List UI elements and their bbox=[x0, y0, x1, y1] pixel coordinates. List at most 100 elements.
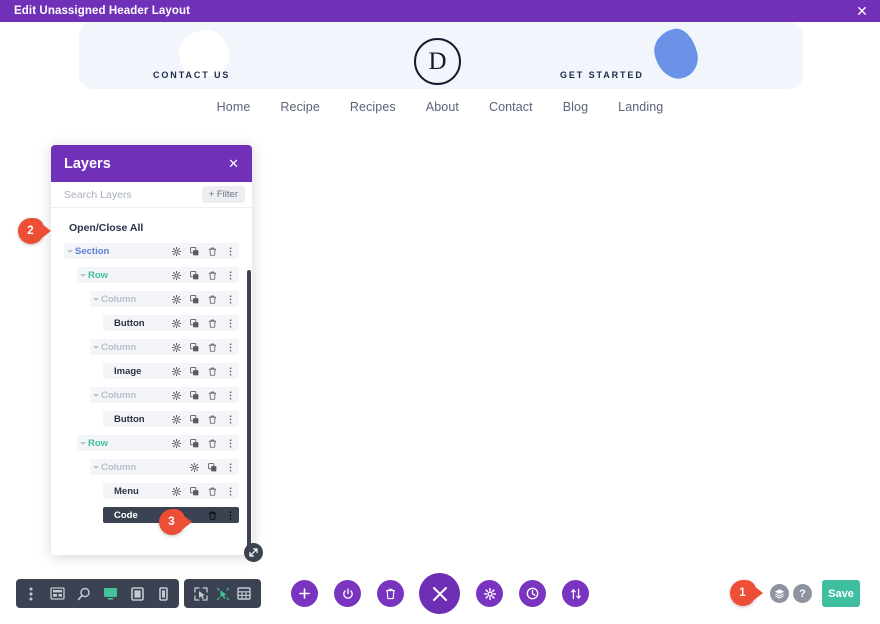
search-input[interactable] bbox=[64, 188, 202, 201]
duplicate-icon[interactable] bbox=[190, 342, 199, 352]
nav-item-about[interactable]: About bbox=[426, 100, 459, 114]
trash-icon[interactable] bbox=[208, 439, 217, 448]
layer-row-menu-10[interactable]: Menu bbox=[103, 483, 239, 499]
duplicate-icon[interactable] bbox=[190, 366, 199, 376]
chevron-down-icon[interactable] bbox=[92, 343, 101, 352]
power-button[interactable] bbox=[334, 580, 361, 607]
wireframe-icon[interactable] bbox=[49, 585, 67, 603]
trash-icon[interactable] bbox=[208, 511, 217, 520]
history-button[interactable] bbox=[519, 580, 546, 607]
layers-scrollbar[interactable] bbox=[247, 270, 251, 555]
chevron-down-icon[interactable] bbox=[92, 391, 101, 400]
more-vertical-icon[interactable] bbox=[226, 414, 235, 424]
gear-icon[interactable] bbox=[172, 366, 181, 376]
save-button[interactable]: Save bbox=[822, 580, 860, 607]
trash-icon[interactable] bbox=[208, 271, 217, 280]
panel-resize-handle[interactable] bbox=[244, 543, 263, 562]
more-vertical-icon[interactable] bbox=[226, 462, 235, 472]
more-vertical-icon[interactable] bbox=[22, 585, 40, 603]
tablet-icon[interactable] bbox=[128, 585, 146, 603]
settings-button[interactable] bbox=[476, 580, 503, 607]
layer-row-section-0[interactable]: Section bbox=[64, 243, 239, 259]
duplicate-icon[interactable] bbox=[190, 486, 199, 496]
more-vertical-icon[interactable] bbox=[226, 486, 235, 496]
chevron-down-icon[interactable] bbox=[66, 247, 75, 256]
layer-row-label: Image bbox=[114, 365, 142, 377]
desktop-icon[interactable] bbox=[102, 585, 120, 603]
trash-icon[interactable] bbox=[208, 367, 217, 376]
gear-icon[interactable] bbox=[172, 246, 181, 256]
duplicate-icon[interactable] bbox=[208, 462, 217, 472]
gear-icon[interactable] bbox=[172, 438, 181, 448]
add-button[interactable] bbox=[291, 580, 318, 607]
trash-icon[interactable] bbox=[208, 319, 217, 328]
duplicate-icon[interactable] bbox=[190, 270, 199, 280]
nav-item-home[interactable]: Home bbox=[217, 100, 251, 114]
more-vertical-icon[interactable] bbox=[226, 294, 235, 304]
chevron-down-icon[interactable] bbox=[79, 271, 88, 280]
open-close-all-toggle[interactable]: Open/Close All bbox=[51, 208, 252, 243]
trash-icon[interactable] bbox=[208, 391, 217, 400]
chevron-down-icon[interactable] bbox=[92, 463, 101, 472]
more-vertical-icon[interactable] bbox=[226, 510, 235, 520]
nav-item-recipes[interactable]: Recipes bbox=[350, 100, 396, 114]
grid-mode-icon[interactable] bbox=[235, 585, 253, 603]
gear-icon[interactable] bbox=[172, 294, 181, 304]
nav-item-blog[interactable]: Blog bbox=[563, 100, 588, 114]
get-started-link[interactable]: GET STARTED bbox=[560, 70, 644, 80]
close-button[interactable] bbox=[419, 573, 460, 614]
more-vertical-icon[interactable] bbox=[226, 438, 235, 448]
duplicate-icon[interactable] bbox=[190, 390, 199, 400]
more-vertical-icon[interactable] bbox=[226, 270, 235, 280]
contact-us-link[interactable]: CONTACT US bbox=[153, 70, 230, 80]
help-button[interactable]: ? bbox=[793, 584, 812, 603]
layer-row-column-9[interactable]: Column bbox=[90, 459, 239, 475]
trash-button[interactable] bbox=[377, 580, 404, 607]
duplicate-icon[interactable] bbox=[190, 246, 199, 256]
close-icon[interactable]: ✕ bbox=[228, 156, 239, 172]
gear-icon[interactable] bbox=[172, 414, 181, 424]
trash-icon[interactable] bbox=[208, 247, 217, 256]
duplicate-icon[interactable] bbox=[190, 318, 199, 328]
duplicate-icon[interactable] bbox=[190, 294, 199, 304]
layer-row-column-4[interactable]: Column bbox=[90, 339, 239, 355]
phone-icon[interactable] bbox=[155, 585, 173, 603]
more-vertical-icon[interactable] bbox=[226, 246, 235, 256]
trash-icon bbox=[386, 588, 395, 599]
sort-button[interactable] bbox=[562, 580, 589, 607]
more-vertical-icon[interactable] bbox=[226, 318, 235, 328]
layer-row-image-5[interactable]: Image bbox=[103, 363, 239, 379]
trash-icon[interactable] bbox=[208, 487, 217, 496]
chevron-down-icon[interactable] bbox=[79, 439, 88, 448]
close-icon[interactable]: ✕ bbox=[854, 3, 870, 19]
click-mode-icon[interactable] bbox=[214, 585, 232, 603]
gear-icon[interactable] bbox=[190, 462, 199, 472]
layer-row-button-7[interactable]: Button bbox=[103, 411, 239, 427]
gear-icon[interactable] bbox=[172, 486, 181, 496]
gear-icon[interactable] bbox=[172, 318, 181, 328]
trash-icon[interactable] bbox=[208, 415, 217, 424]
layer-row-row-1[interactable]: Row bbox=[77, 267, 239, 283]
gear-icon[interactable] bbox=[172, 342, 181, 352]
trash-icon[interactable] bbox=[208, 343, 217, 352]
layer-row-column-6[interactable]: Column bbox=[90, 387, 239, 403]
gear-icon[interactable] bbox=[172, 270, 181, 280]
duplicate-icon[interactable] bbox=[190, 438, 199, 448]
nav-item-recipe[interactable]: Recipe bbox=[280, 100, 320, 114]
duplicate-icon[interactable] bbox=[190, 414, 199, 424]
zoom-icon[interactable] bbox=[75, 585, 93, 603]
more-vertical-icon[interactable] bbox=[226, 366, 235, 376]
nav-item-landing[interactable]: Landing bbox=[618, 100, 663, 114]
layer-row-row-8[interactable]: Row bbox=[77, 435, 239, 451]
layers-view-button[interactable] bbox=[770, 584, 789, 603]
chevron-down-icon[interactable] bbox=[92, 295, 101, 304]
more-vertical-icon[interactable] bbox=[226, 390, 235, 400]
nav-item-contact[interactable]: Contact bbox=[489, 100, 533, 114]
layer-row-column-2[interactable]: Column bbox=[90, 291, 239, 307]
hover-mode-icon[interactable] bbox=[192, 585, 210, 603]
more-vertical-icon[interactable] bbox=[226, 342, 235, 352]
layer-row-button-3[interactable]: Button bbox=[103, 315, 239, 331]
trash-icon[interactable] bbox=[208, 295, 217, 304]
filter-button[interactable]: + Filter bbox=[201, 186, 245, 203]
gear-icon[interactable] bbox=[172, 390, 181, 400]
